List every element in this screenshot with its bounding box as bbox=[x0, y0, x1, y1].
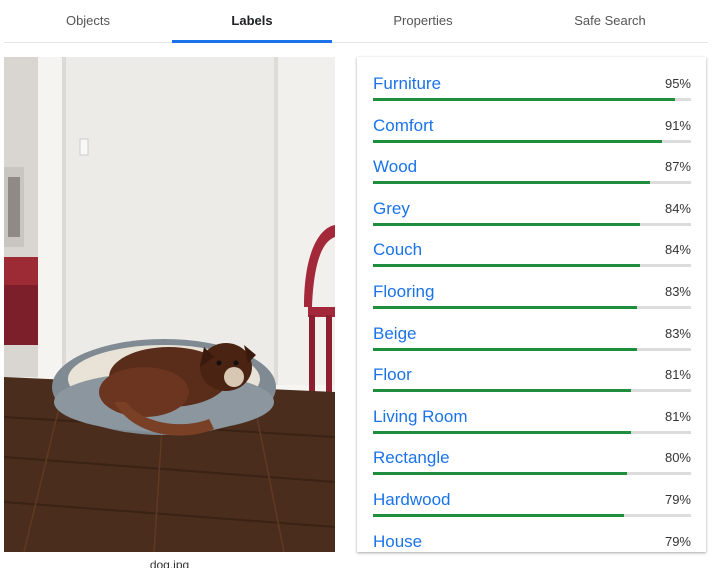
results-tab-bar: Objects Labels Properties Safe Search bbox=[4, 0, 708, 43]
label-name[interactable]: Hardwood bbox=[373, 490, 451, 510]
label-confidence: 83% bbox=[664, 325, 691, 341]
label-confidence: 84% bbox=[664, 242, 691, 258]
label-name[interactable]: Beige bbox=[373, 324, 416, 344]
label-confidence: 80% bbox=[664, 450, 691, 466]
labels-list-card: Furniture 95% Comfort 91% Wood 87% Grey 84% Couc… bbox=[357, 57, 706, 552]
label-confidence: 95% bbox=[664, 76, 691, 91]
label-row: Furniture 95% bbox=[373, 57, 691, 101]
label-row: Flooring 83% bbox=[373, 265, 691, 309]
tab-label: Safe Search bbox=[574, 13, 646, 28]
tab-label: Labels bbox=[231, 13, 273, 28]
label-confidence: 84% bbox=[664, 200, 691, 216]
tab-labels[interactable]: Labels bbox=[172, 0, 332, 43]
label-name[interactable]: Floor bbox=[373, 365, 412, 385]
vision-results-page: Objects Labels Properties Safe Search do… bbox=[0, 0, 726, 568]
label-name[interactable]: Living Room bbox=[373, 407, 468, 427]
tab-properties[interactable]: Properties bbox=[340, 0, 506, 42]
label-name[interactable]: Wood bbox=[373, 157, 417, 177]
label-confidence: 79% bbox=[664, 492, 691, 507]
label-row: Beige 83% bbox=[373, 307, 691, 351]
label-row: Floor 81% bbox=[373, 348, 691, 393]
tab-label: Objects bbox=[65, 13, 111, 28]
label-confidence: 87% bbox=[664, 159, 691, 175]
active-tab-indicator bbox=[172, 40, 332, 43]
label-name[interactable]: Furniture bbox=[373, 74, 441, 94]
label-confidence: 81% bbox=[664, 408, 691, 424]
label-row: Grey 84% bbox=[373, 182, 691, 226]
label-row: Hardwood 79% bbox=[373, 473, 691, 517]
analyzed-image bbox=[4, 57, 335, 552]
label-confidence: 79% bbox=[664, 533, 691, 549]
label-row: Comfort 91% bbox=[373, 99, 691, 143]
label-row: Rectangle 80% bbox=[373, 431, 691, 476]
label-name[interactable]: Couch bbox=[373, 240, 422, 260]
label-name[interactable]: Comfort bbox=[373, 116, 433, 136]
label-name[interactable]: Rectangle bbox=[373, 448, 450, 468]
tab-safe-search[interactable]: Safe Search bbox=[516, 0, 704, 42]
label-confidence: 91% bbox=[664, 117, 691, 133]
label-confidence: 83% bbox=[664, 284, 691, 299]
label-name[interactable]: Flooring bbox=[373, 282, 434, 302]
label-row: Living Room 81% bbox=[373, 390, 691, 434]
label-row: House 79% bbox=[373, 515, 691, 552]
label-row: Wood 87% bbox=[373, 140, 691, 185]
label-name[interactable]: House bbox=[373, 532, 422, 552]
image-filename: dog.jpg bbox=[149, 558, 190, 568]
tab-label: Properties bbox=[393, 13, 453, 28]
label-confidence: 81% bbox=[664, 367, 691, 383]
label-name[interactable]: Grey bbox=[373, 199, 410, 219]
tab-objects[interactable]: Objects bbox=[4, 0, 172, 42]
label-row: Couch 84% bbox=[373, 223, 691, 268]
